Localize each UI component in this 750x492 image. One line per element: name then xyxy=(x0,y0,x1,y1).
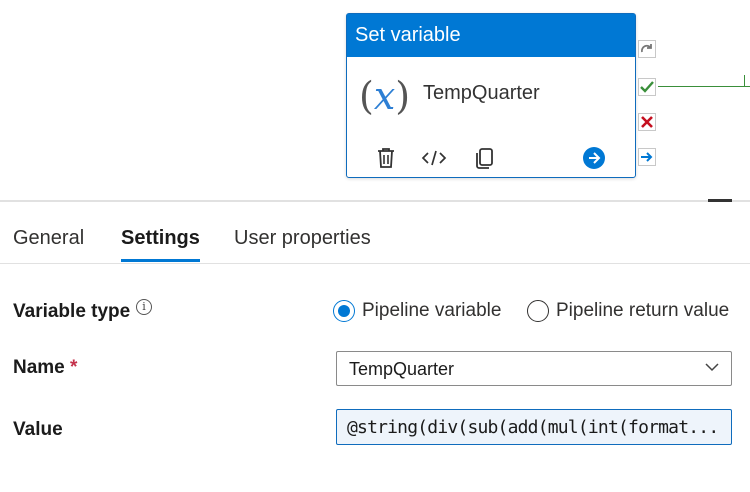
success-connector-line xyxy=(658,86,750,87)
copy-icon xyxy=(476,148,493,169)
tab-user-properties[interactable]: User properties xyxy=(234,220,371,262)
success-port[interactable] xyxy=(638,78,656,96)
completion-arrow-icon xyxy=(641,152,653,162)
trash-icon xyxy=(378,148,394,168)
failure-port[interactable] xyxy=(638,113,656,131)
set-variable-activity[interactable]: Set variable (x) TempQuarter xyxy=(346,13,636,178)
code-icon xyxy=(421,150,447,166)
delete-button[interactable] xyxy=(373,144,399,172)
name-dropdown-value: TempQuarter xyxy=(349,359,455,379)
required-mark: * xyxy=(70,357,78,378)
variable-icon: (x) xyxy=(359,74,411,118)
value-label: Value xyxy=(13,419,63,440)
value-expression-input[interactable]: @string(div(sub(add(mul(int(format... xyxy=(336,409,732,445)
properties-tabs: General Settings User properties xyxy=(0,220,750,264)
pipeline-canvas[interactable]: Set variable (x) TempQuarter xyxy=(0,0,750,200)
splitter-handle[interactable] xyxy=(708,199,732,202)
tab-settings[interactable]: Settings xyxy=(121,220,200,262)
copy-button[interactable] xyxy=(471,144,497,172)
info-icon[interactable]: i xyxy=(136,299,152,315)
variable-type-label: Variable type xyxy=(13,301,131,322)
failure-x-icon xyxy=(641,116,653,128)
arrow-right-circle-icon xyxy=(583,147,605,169)
name-label: Name * xyxy=(13,357,78,378)
radio-selected-indicator xyxy=(333,300,355,322)
pipeline-return-value-radio[interactable]: Pipeline return value xyxy=(527,298,729,324)
activity-ports xyxy=(638,40,658,180)
tab-general[interactable]: General xyxy=(13,220,84,262)
completion-port[interactable] xyxy=(638,148,656,166)
radio-unselected-indicator xyxy=(527,300,549,322)
chevron-down-icon xyxy=(705,363,719,372)
name-dropdown[interactable]: TempQuarter xyxy=(336,351,732,386)
success-connector-end xyxy=(744,75,745,87)
code-button[interactable] xyxy=(421,144,447,172)
skip-port[interactable] xyxy=(638,40,656,58)
skip-icon xyxy=(640,44,652,53)
radio-label: Pipeline variable xyxy=(362,300,502,321)
panel-splitter[interactable] xyxy=(0,200,750,202)
activity-name: TempQuarter xyxy=(423,82,540,104)
open-activity-button[interactable] xyxy=(581,144,607,172)
success-check-icon xyxy=(640,81,654,93)
radio-label: Pipeline return value xyxy=(556,300,730,321)
pipeline-variable-radio[interactable]: Pipeline variable xyxy=(333,298,501,324)
activity-title: Set variable xyxy=(347,14,635,57)
activity-actions xyxy=(373,144,613,172)
value-expression-text: @string(div(sub(add(mul(int(format... xyxy=(347,417,717,438)
